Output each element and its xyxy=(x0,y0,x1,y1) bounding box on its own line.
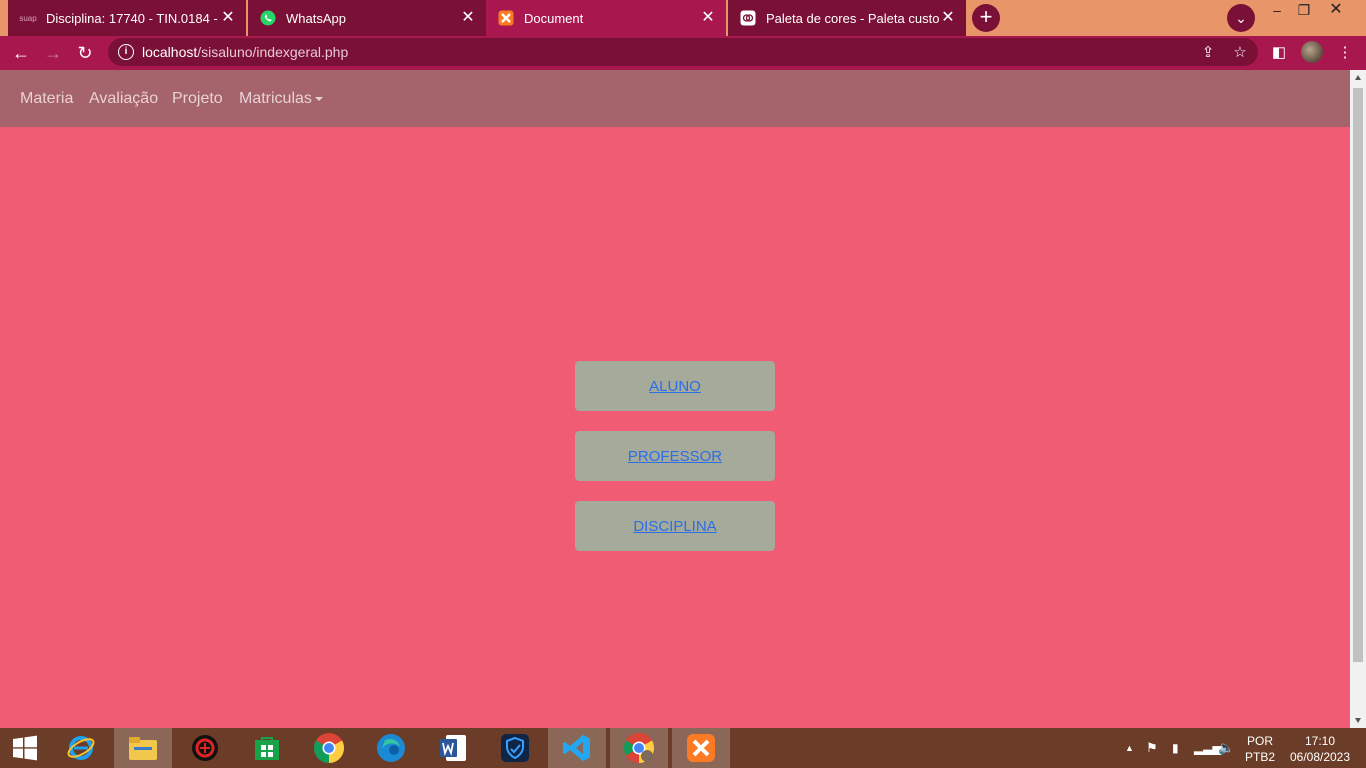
share-icon[interactable]: ⇪ xyxy=(1197,42,1219,64)
battery-icon[interactable]: ▮ xyxy=(1172,728,1186,768)
tab-document[interactable]: Document ✕ xyxy=(486,0,726,36)
file-explorer-icon[interactable] xyxy=(114,728,172,768)
suap-icon: suap xyxy=(19,13,37,23)
close-window-button[interactable]: ✕ xyxy=(1321,0,1351,22)
nav-dropdown-matriculas[interactable]: Matriculas xyxy=(239,90,323,108)
tab-title: Paleta de cores - Paleta customiz xyxy=(766,10,940,26)
google-chrome-active-icon[interactable] xyxy=(610,728,668,768)
close-icon[interactable]: ✕ xyxy=(220,10,236,26)
vertical-scrollbar[interactable] xyxy=(1350,70,1366,728)
action-center-flag-icon[interactable]: ⚑ xyxy=(1146,728,1162,768)
microsoft-store-icon[interactable] xyxy=(238,728,296,768)
side-panel-icon[interactable]: ◧ xyxy=(1268,42,1290,64)
restore-button[interactable]: ❐ xyxy=(1289,0,1319,22)
new-tab-button[interactable]: + xyxy=(972,4,1000,32)
scroll-thumb[interactable] xyxy=(1353,88,1363,662)
whatsapp-icon xyxy=(260,10,276,26)
tab-title: WhatsApp xyxy=(286,10,346,26)
close-icon[interactable]: ✕ xyxy=(940,10,956,26)
aluno-button[interactable]: ALUNO xyxy=(575,361,775,411)
tab-whatsapp[interactable]: WhatsApp ✕ xyxy=(248,0,486,36)
google-chrome-icon[interactable] xyxy=(300,728,358,768)
more-menu-icon[interactable]: ⋮ xyxy=(1334,42,1356,64)
url-text: localhost/sisaluno/indexgeral.php xyxy=(142,44,349,60)
windows-start-icon[interactable] xyxy=(0,728,50,768)
nav-link-projeto[interactable]: Projeto xyxy=(172,90,223,108)
tab-title: Disciplina: 17740 - TIN.0184 - Pro xyxy=(46,10,220,26)
professor-link[interactable]: PROFESSOR xyxy=(628,448,722,465)
internet-explorer-icon[interactable] xyxy=(52,728,110,768)
vpn-shield-icon[interactable] xyxy=(486,728,544,768)
scroll-down-arrow-icon[interactable] xyxy=(1355,718,1361,723)
tab-paleta-de-cores[interactable]: Paleta de cores - Paleta customiz ✕ xyxy=(728,0,966,36)
minimize-button[interactable]: – xyxy=(1262,0,1292,22)
reload-icon[interactable]: ↻ xyxy=(72,40,98,66)
bookmark-star-icon[interactable]: ☆ xyxy=(1229,42,1251,64)
close-icon[interactable]: ✕ xyxy=(460,10,476,26)
microsoft-edge-icon[interactable] xyxy=(362,728,420,768)
keyboard-layout: PTB2 xyxy=(1244,750,1275,764)
browser-tab-strip: suap Disciplina: 17740 - TIN.0184 - Pro … xyxy=(0,0,1366,36)
site-info-icon[interactable]: i xyxy=(118,44,134,60)
disciplina-link[interactable]: DISCIPLINA xyxy=(633,518,716,535)
xampp-icon xyxy=(498,10,514,26)
microsoft-word-icon[interactable] xyxy=(424,728,482,768)
palette-site-icon xyxy=(740,10,756,26)
caret-down-icon xyxy=(314,96,323,101)
vscode-icon[interactable] xyxy=(548,728,606,768)
tab-disciplina[interactable]: suap Disciplina: 17740 - TIN.0184 - Pro … xyxy=(8,0,246,36)
nav-link-materia[interactable]: Materia xyxy=(20,90,73,108)
volume-icon[interactable]: 🔈 xyxy=(1218,728,1234,768)
address-bar[interactable]: i localhost/sisaluno/indexgeral.php xyxy=(108,38,1258,66)
clock-date: 06/08/2023 xyxy=(1289,750,1351,764)
back-icon[interactable]: ← xyxy=(8,40,34,66)
disciplina-button[interactable]: DISCIPLINA xyxy=(575,501,775,551)
tab-search-button[interactable]: ⌄ xyxy=(1227,4,1255,32)
windows-taskbar: ▲ ⚑ ▮ ▂▃▅ 🔈 POR PTB2 17:10 06/08/2023 xyxy=(0,728,1366,768)
security-app-icon[interactable] xyxy=(176,728,234,768)
close-icon[interactable]: ✕ xyxy=(700,10,716,26)
taskbar-clock[interactable]: 17:10 06/08/2023 xyxy=(1280,733,1360,765)
network-signal-icon[interactable]: ▂▃▅ xyxy=(1194,728,1222,768)
scroll-up-arrow-icon[interactable] xyxy=(1355,75,1361,80)
language-code: POR xyxy=(1246,734,1273,748)
professor-button[interactable]: PROFESSOR xyxy=(575,431,775,481)
nav-link-avaliacao[interactable]: Avaliação xyxy=(89,90,158,108)
tab-title: Document xyxy=(524,10,584,26)
input-language-indicator[interactable]: POR PTB2 xyxy=(1240,733,1280,765)
site-navbar: Materia Avaliação Projeto Matriculas xyxy=(0,70,1350,127)
show-hidden-icons-icon[interactable]: ▲ xyxy=(1125,728,1137,768)
aluno-link[interactable]: ALUNO xyxy=(649,378,701,395)
forward-icon[interactable]: → xyxy=(40,40,66,66)
clock-time: 17:10 xyxy=(1304,734,1336,748)
profile-avatar[interactable] xyxy=(1301,41,1323,63)
xampp-taskbar-icon[interactable] xyxy=(672,728,730,768)
nav-dropdown-label: Matriculas xyxy=(239,90,312,107)
page-viewport: Materia Avaliação Projeto Matriculas ALU… xyxy=(0,70,1350,728)
